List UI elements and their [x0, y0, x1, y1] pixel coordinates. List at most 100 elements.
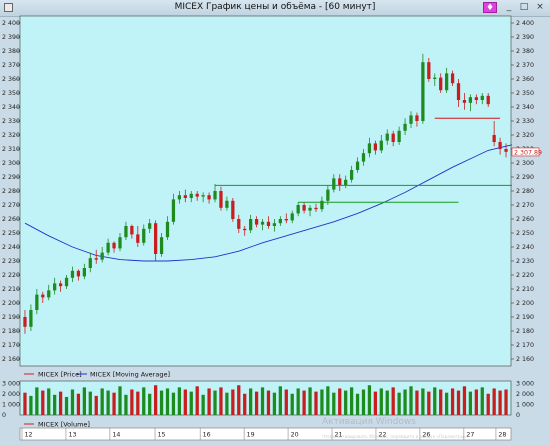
candle	[332, 174, 336, 193]
volume-bar	[492, 388, 496, 415]
candle-body	[142, 228, 146, 243]
volume-tick-label-left: 2 000	[2, 391, 20, 398]
candle-body	[468, 97, 473, 103]
volume-tick-label-right: 3 000	[516, 380, 534, 387]
volume-bar	[379, 388, 383, 415]
candle-body	[41, 294, 45, 298]
candle-body	[58, 283, 63, 287]
y-tick-label-right: 2 250	[516, 230, 534, 237]
candle-body	[260, 221, 265, 225]
candle	[415, 112, 419, 127]
volume-bar	[159, 390, 164, 415]
candle-body	[100, 252, 104, 260]
volume-bar	[474, 389, 478, 415]
volume-bar	[70, 389, 75, 415]
y-tick-label-right: 2 360	[516, 76, 534, 83]
volume-bar	[278, 386, 282, 415]
candle-body	[254, 219, 259, 225]
price-series	[23, 53, 508, 334]
volume-bar	[189, 391, 193, 415]
volume-bar	[53, 394, 57, 415]
volume-bar	[397, 392, 401, 415]
y-tick-label-left: 2 210	[2, 286, 20, 293]
candle-body	[427, 62, 431, 79]
candle	[195, 191, 199, 201]
candle	[76, 269, 81, 281]
y-tick-label-right: 2 330	[516, 118, 534, 125]
volume-bar	[260, 387, 265, 415]
y-tick-label-left: 2 310	[2, 146, 20, 153]
volume-bar	[361, 389, 366, 415]
volume-bar	[266, 390, 271, 415]
volume-bar	[94, 395, 98, 415]
candle	[159, 233, 164, 257]
volume-bar	[243, 393, 247, 415]
candle	[486, 93, 490, 107]
candle-body	[373, 143, 378, 151]
volume-tick-label-left: 1 000	[2, 402, 20, 409]
volume-bar	[373, 391, 378, 415]
volume-bar	[415, 390, 419, 415]
volume-tick-label-left: 0	[2, 412, 6, 419]
y-tick-label-right: 2 170	[516, 342, 534, 349]
watermark-title: Активация Windows	[322, 417, 416, 427]
volume-legend: MICEX [Volume]	[24, 421, 90, 429]
candle-body	[415, 115, 419, 121]
candle-body	[35, 294, 39, 310]
volume-bar	[326, 386, 330, 415]
x-tick-label: 12	[25, 432, 33, 439]
candle	[225, 196, 229, 211]
candle	[130, 224, 134, 239]
moving-average-line	[24, 144, 513, 262]
volume-bar	[439, 389, 443, 415]
candle	[88, 252, 92, 273]
volume-bar	[468, 391, 473, 415]
y-tick-label-left: 2 400	[2, 20, 20, 27]
volume-tick-label-right: 0	[516, 412, 520, 419]
volume-bar	[450, 388, 455, 415]
candle-body	[64, 277, 69, 287]
volume-bar	[41, 390, 45, 415]
candle-body	[23, 317, 27, 327]
volume-bar	[456, 390, 461, 415]
y-tick-label-right: 2 290	[516, 174, 534, 181]
volume-bar	[355, 393, 360, 415]
volume-bar	[367, 385, 372, 415]
candle	[284, 213, 288, 224]
y-tick-label-left: 2 370	[2, 62, 20, 69]
candle	[118, 233, 122, 252]
candle	[35, 289, 39, 315]
legend-price: MICEX [Price]	[38, 371, 82, 379]
candle	[439, 73, 443, 93]
price-legend: MICEX [Price] MICEX [Moving Average]	[24, 371, 170, 379]
candle	[219, 186, 223, 211]
volume-bar	[35, 387, 39, 415]
candle	[142, 224, 146, 246]
legend-volume: MICEX [Volume]	[38, 421, 90, 429]
y-tick-label-right: 2 400	[516, 20, 534, 27]
candle-body	[53, 283, 57, 291]
candle-body	[474, 97, 478, 100]
x-tick-label: 16	[203, 432, 211, 439]
y-tick-label-left: 2 220	[2, 272, 20, 279]
candle-body	[94, 258, 98, 260]
candle-body	[480, 95, 484, 100]
volume-bar	[290, 393, 294, 415]
volume-tick-label-right: 1 000	[516, 402, 534, 409]
volume-bar	[302, 390, 306, 415]
candle	[231, 198, 235, 222]
volume-bar	[201, 394, 205, 415]
candle	[266, 216, 271, 229]
candle	[445, 67, 449, 93]
y-tick-label-right: 2 230	[516, 258, 534, 265]
volume-bar	[100, 388, 104, 415]
y-tick-label-right: 2 350	[516, 90, 534, 97]
volume-bar	[409, 386, 413, 415]
y-tick-label-left: 2 300	[2, 160, 20, 167]
volume-bar	[219, 387, 223, 415]
volume-bar	[480, 387, 484, 415]
y-tick-label-right: 2 260	[516, 216, 534, 223]
candle-body	[29, 310, 33, 327]
candle	[136, 226, 140, 247]
volume-bar	[29, 395, 33, 415]
